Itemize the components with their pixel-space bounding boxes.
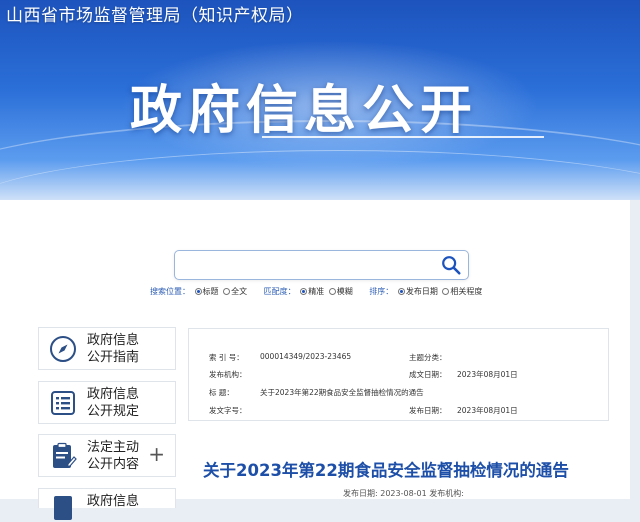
match-label: 匹配度：	[263, 287, 296, 296]
search-options: 搜索位置： 标题 全文 匹配度： 精准 模糊 排序： 发布日期 相关程度	[150, 286, 496, 297]
sidebar-item-label: 政府信息	[87, 493, 139, 510]
info-label: 发文字号：	[209, 406, 247, 415]
info-row: 发文字号： 发布日期： 2023年08月01日	[189, 401, 610, 418]
site-title[interactable]: 山西省市场监督管理局（知识产权局）	[6, 1, 304, 26]
info-value: 2023年08月01日	[457, 406, 518, 415]
heading-underline	[262, 136, 544, 138]
info-value: 2023年08月01日	[457, 370, 518, 379]
compass-icon	[50, 336, 76, 362]
info-label: 索 引 号：	[209, 353, 244, 362]
search-scope-group: 搜索位置： 标题 全文	[150, 287, 250, 296]
sort-group: 排序： 发布日期 相关程度	[369, 287, 482, 296]
scope-fulltext-radio[interactable]	[223, 288, 231, 295]
header-banner: 山西省市场监督管理局（知识产权局） 政府信息公开	[0, 0, 640, 200]
search-box	[174, 250, 469, 280]
scope-title-radio[interactable]	[194, 288, 202, 295]
sidebar-item-line: 法定主动	[87, 440, 140, 455]
scope-title-label[interactable]: 标题	[203, 287, 219, 296]
sidebar-item-label: 政府信息 公开指南	[87, 332, 139, 366]
sort-relevance-radio[interactable]	[442, 288, 450, 295]
sidebar-item-label: 法定主动 公开内容	[87, 439, 139, 473]
sort-relevance-label[interactable]: 相关程度	[450, 287, 482, 296]
sidebar-item-guide[interactable]: 政府信息 公开指南	[38, 327, 176, 370]
info-label: 标 题：	[209, 388, 234, 397]
expand-button[interactable]: +	[148, 443, 165, 465]
info-value: 关于2023年第22期食品安全监督抽检情况的通告	[260, 388, 424, 397]
sidebar-item-line: 公开内容	[87, 457, 140, 472]
list-document-icon	[51, 391, 75, 415]
search-icon[interactable]	[440, 254, 462, 276]
info-label: 成文日期：	[409, 370, 447, 379]
document-title: 关于2023年第22期食品安全监督抽检情况的通告	[203, 461, 569, 480]
sidebar-item-rules[interactable]: 政府信息 公开规定	[38, 381, 176, 424]
document-meta: 发布日期: 2023-08-01 发布机构:	[343, 489, 464, 498]
match-exact-label[interactable]: 精准	[308, 287, 324, 296]
match-group: 匹配度： 精准 模糊	[264, 287, 356, 296]
info-row: 发布机构： 成文日期： 2023年08月01日	[189, 365, 610, 382]
scope-fulltext-label[interactable]: 全文	[231, 287, 247, 296]
match-exact-radio[interactable]	[300, 288, 308, 295]
match-fuzzy-label[interactable]: 模糊	[337, 287, 353, 296]
edit-document-icon	[53, 442, 77, 468]
info-value: 000014349/2023-23465	[260, 352, 352, 361]
sort-date-label[interactable]: 发布日期	[406, 287, 438, 296]
info-label: 发布日期：	[409, 406, 447, 415]
sidebar-item-label: 政府信息 公开规定	[87, 386, 139, 420]
sidebar-item-more[interactable]: 政府信息	[38, 488, 176, 520]
info-row: 索 引 号： 000014349/2023-23465 主题分类：	[189, 348, 610, 365]
sidebar-item-line: 公开规定	[87, 404, 140, 419]
sidebar-item-mandatory[interactable]: 法定主动 公开内容 +	[38, 434, 176, 477]
page-heading: 政府信息公开	[130, 81, 479, 141]
sort-label: 排序：	[369, 287, 394, 296]
match-fuzzy-radio[interactable]	[328, 288, 336, 295]
sidebar-item-line: 政府信息	[87, 387, 140, 402]
info-table: 索 引 号： 000014349/2023-23465 主题分类： 发布机构： …	[188, 328, 609, 421]
sidebar-item-line: 政府信息	[87, 494, 140, 509]
main-panel: 搜索位置： 标题 全文 匹配度： 精准 模糊 排序： 发布日期 相关程度 政府信…	[0, 200, 630, 520]
sidebar-item-line: 公开指南	[87, 350, 140, 365]
info-label: 发布机构：	[209, 370, 247, 379]
search-scope-label: 搜索位置：	[150, 287, 190, 296]
sidebar-item-line: 政府信息	[87, 333, 140, 348]
info-label: 主题分类：	[409, 353, 447, 362]
document-icon	[54, 496, 72, 520]
sort-date-radio[interactable]	[397, 288, 405, 295]
info-row: 标 题： 关于2023年第22期食品安全监督抽检情况的通告	[189, 383, 610, 400]
search-input[interactable]	[181, 255, 431, 275]
